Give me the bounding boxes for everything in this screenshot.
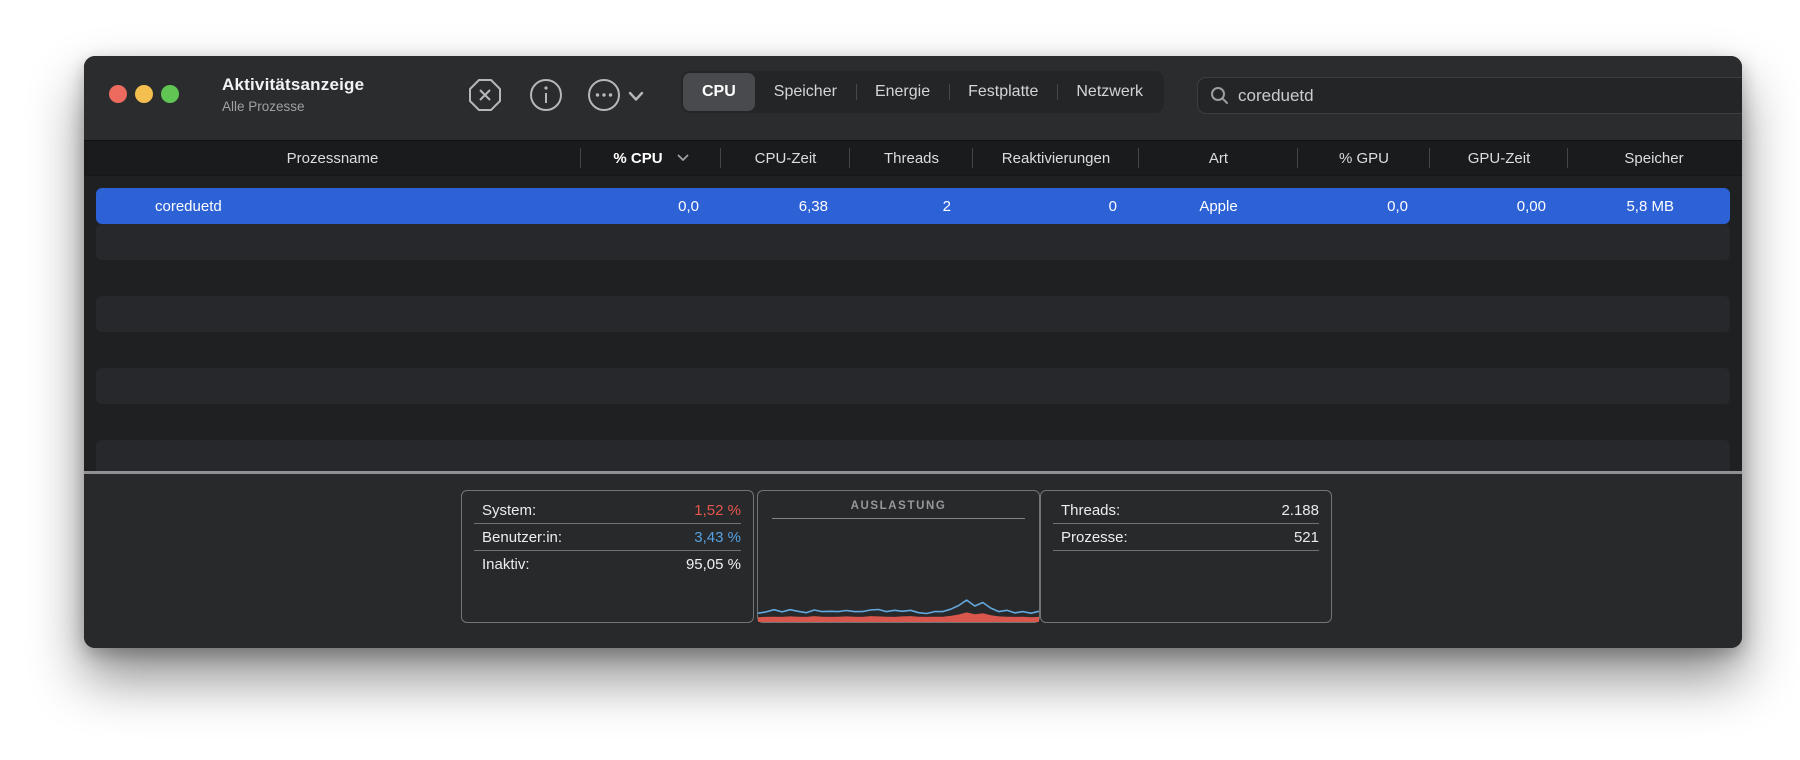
cell-threads: 2 — [850, 198, 973, 215]
threads-value: 2.188 — [1281, 502, 1319, 519]
x-octagon-icon — [467, 77, 503, 113]
column-header-threads[interactable]: Threads — [850, 141, 973, 175]
empty-row — [96, 332, 1730, 368]
tab-speicher[interactable]: Speicher — [755, 73, 856, 111]
cpu-usage-graph-box: AUSLASTUNG — [757, 490, 1040, 623]
window-title: Aktivitätsanzeige — [222, 75, 364, 95]
search-icon — [1210, 86, 1229, 105]
activity-monitor-window: Aktivitätsanzeige Alle Prozesse — [84, 56, 1742, 648]
cell-gpu: 0,0 — [1298, 198, 1430, 215]
quit-process-button[interactable] — [467, 77, 503, 113]
idle-value: 95,05 % — [686, 556, 741, 573]
usage-chart-title-rule — [772, 518, 1025, 519]
user-value: 3,43 % — [694, 529, 741, 546]
window-subtitle: Alle Prozesse — [222, 99, 305, 114]
column-header-prozessname[interactable]: Prozessname — [84, 141, 581, 175]
table-header: Prozessname % CPU CPU-Zeit Threads Reakt… — [84, 140, 1742, 176]
column-header-gpu-zeit[interactable]: GPU-Zeit — [1430, 141, 1568, 175]
tab-cpu[interactable]: CPU — [683, 73, 755, 111]
cpu-usage-chart — [758, 582, 1039, 622]
column-header-gpu[interactable]: % GPU — [1298, 141, 1430, 175]
search-input[interactable] — [1238, 86, 1742, 106]
system-value: 1,52 % — [694, 502, 741, 519]
search-field — [1197, 77, 1742, 114]
tab-energie[interactable]: Energie — [856, 73, 949, 111]
empty-row-stripe — [96, 224, 1730, 260]
cell-cpu: 0,0 — [581, 198, 721, 215]
threads-label: Threads: — [1061, 502, 1120, 519]
titlebar: Aktivitätsanzeige Alle Prozesse — [84, 56, 1742, 140]
column-header-cpu-label: % CPU — [613, 150, 662, 167]
column-header-art[interactable]: Art — [1139, 141, 1298, 175]
table-row-coreduetd[interactable]: coreduetd 0,0 6,38 2 0 Apple 0,0 0,00 5,… — [96, 188, 1730, 224]
tab-festplatte[interactable]: Festplatte — [949, 73, 1057, 111]
column-header-speicher[interactable]: Speicher — [1568, 141, 1740, 175]
info-circle-icon — [528, 77, 564, 113]
more-options-button[interactable] — [586, 77, 622, 113]
minimize-window-button[interactable] — [135, 85, 153, 103]
cell-prozessname: coreduetd — [96, 198, 581, 215]
tab-netzwerk[interactable]: Netzwerk — [1057, 73, 1162, 111]
empty-row — [96, 404, 1730, 440]
process-table: coreduetd 0,0 6,38 2 0 Apple 0,0 0,00 5,… — [84, 176, 1742, 471]
cell-art: Apple — [1139, 198, 1298, 215]
column-header-cpu[interactable]: % CPU — [581, 141, 721, 175]
close-window-button[interactable] — [109, 85, 127, 103]
usage-chart-title: AUSLASTUNG — [758, 500, 1039, 512]
empty-row-stripe — [96, 296, 1730, 332]
view-segmented-control: CPU Speicher Energie Festplatte Netzwerk — [681, 71, 1164, 113]
idle-label: Inaktiv: — [482, 556, 530, 573]
footer: System: 1,52 % Benutzer:in: 3,43 % Inakt… — [84, 474, 1742, 648]
cpu-load-box: System: 1,52 % Benutzer:in: 3,43 % Inakt… — [461, 490, 754, 623]
cell-cpu-zeit: 6,38 — [721, 198, 850, 215]
empty-row-stripe — [96, 440, 1730, 471]
system-label: System: — [482, 502, 536, 519]
processes-label: Prozesse: — [1061, 529, 1128, 546]
process-stats-box: Threads: 2.188 Prozesse: 521 — [1040, 490, 1332, 623]
processes-value: 521 — [1294, 529, 1319, 546]
user-label: Benutzer:in: — [482, 529, 562, 546]
cell-speicher: 5,8 MB — [1568, 198, 1728, 215]
column-header-cpu-zeit[interactable]: CPU-Zeit — [721, 141, 850, 175]
empty-row-stripe — [96, 368, 1730, 404]
inspect-process-button[interactable] — [528, 77, 564, 113]
ellipsis-circle-icon — [586, 77, 622, 113]
column-header-reaktivierungen[interactable]: Reaktivierungen — [973, 141, 1139, 175]
sort-chevron-icon — [677, 154, 689, 162]
zoom-window-button[interactable] — [161, 85, 179, 103]
empty-row — [96, 260, 1730, 296]
cell-reaktivierungen: 0 — [973, 198, 1139, 215]
cell-gpu-zeit: 0,00 — [1430, 198, 1568, 215]
chevron-down-icon[interactable] — [628, 89, 644, 107]
